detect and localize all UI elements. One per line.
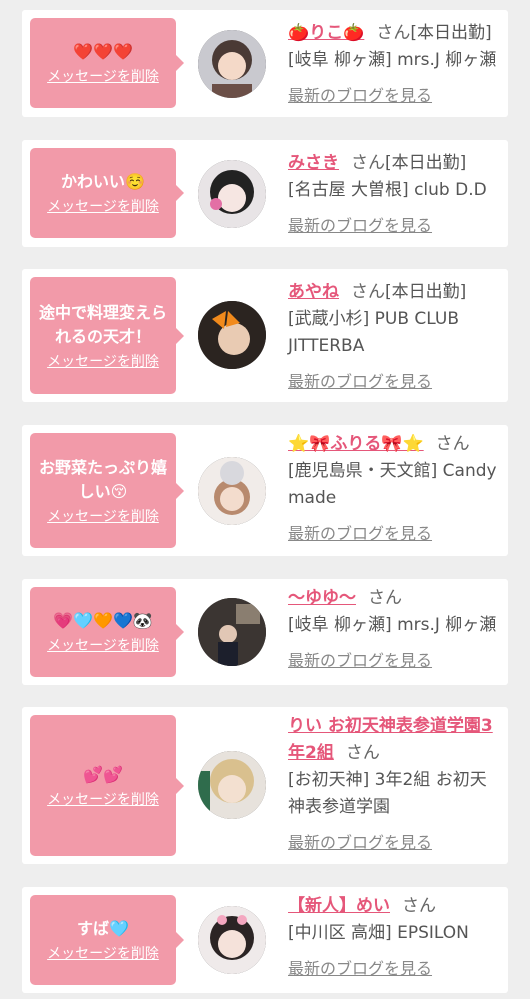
message-card: すば🩵 メッセージを削除 【新人】めい さん [中川区 高畑] EPSILON 最… — [22, 887, 508, 993]
message-card: ❤️❤️❤️ メッセージを削除 🍅りこ🍅 さん[本日出勤] [岐阜 柳ヶ瀬] mr… — [22, 10, 508, 117]
cast-info: みさき さん[本日出勤] [名古屋 大曽根] club D.D 最新のブログを見る — [288, 150, 502, 239]
shop-label: [名古屋 大曽根] club D.D — [288, 180, 487, 200]
cast-name-link[interactable]: 【新人】めい — [288, 896, 390, 916]
message-text: 途中で料理変えられるの天才！ — [38, 302, 167, 346]
message-bubble: お野菜たっぷり嬉しい😚 メッセージを削除 — [30, 433, 184, 548]
cast-name-link[interactable]: りい お初天神表参道学園3年2組 — [288, 716, 493, 763]
cast-info: 【新人】めい さん [中川区 高畑] EPSILON 最新のブログを見る — [288, 893, 502, 982]
message-bubble: ❤️❤️❤️ メッセージを削除 — [30, 18, 184, 108]
blog-link[interactable]: 最新のブログを見る — [288, 212, 502, 239]
honorific: さん — [351, 153, 385, 173]
avatar[interactable] — [198, 598, 266, 666]
blog-link[interactable]: 最新のブログを見る — [288, 520, 502, 547]
status-label: [本日出勤] — [410, 23, 492, 43]
message-text: お野菜たっぷり嬉しい😚 — [38, 457, 167, 501]
blog-link[interactable]: 最新のブログを見る — [288, 829, 502, 856]
avatar[interactable] — [198, 457, 266, 525]
avatar-image — [198, 160, 266, 228]
message-text: 💕💕 — [83, 764, 123, 784]
shop-label: [お初天神] 3年2組 お初天神表参道学園 — [288, 770, 487, 817]
delete-message-link[interactable]: メッセージを削除 — [47, 945, 159, 963]
cast-name-link[interactable]: あやね — [288, 282, 339, 302]
blog-link[interactable]: 最新のブログを見る — [288, 368, 502, 395]
avatar-image — [198, 906, 266, 974]
delete-message-link[interactable]: メッセージを削除 — [47, 637, 159, 655]
delete-message-link[interactable]: メッセージを削除 — [47, 353, 159, 371]
cast-info: 〜ゆゆ〜 さん [岐阜 柳ヶ瀬] mrs.J 柳ヶ瀬 最新のブログを見る — [288, 585, 502, 674]
message-list: ❤️❤️❤️ メッセージを削除 🍅りこ🍅 さん[本日出勤] [岐阜 柳ヶ瀬] mr… — [0, 0, 530, 999]
blog-link[interactable]: 最新のブログを見る — [288, 82, 502, 109]
delete-message-link[interactable]: メッセージを削除 — [47, 791, 159, 809]
honorific: さん — [402, 896, 436, 916]
avatar[interactable] — [198, 751, 266, 819]
avatar-image — [198, 30, 266, 98]
cast-name-link[interactable]: 🍅りこ🍅 — [288, 23, 364, 43]
message-bubble: 💕💕 メッセージを削除 — [30, 715, 184, 856]
message-card: お野菜たっぷり嬉しい😚 メッセージを削除 ⭐🎀ふりる🎀⭐ さん [鹿児島県・天文館… — [22, 425, 508, 556]
blog-link[interactable]: 最新のブログを見る — [288, 955, 502, 982]
message-bubble: すば🩵 メッセージを削除 — [30, 895, 184, 985]
cast-info: 🍅りこ🍅 さん[本日出勤] [岐阜 柳ヶ瀬] mrs.J 柳ヶ瀬 最新のブログを見… — [288, 20, 502, 109]
delete-message-link[interactable]: メッセージを削除 — [47, 198, 159, 216]
honorific: さん — [345, 743, 380, 763]
cast-info: ⭐🎀ふりる🎀⭐ さん [鹿児島県・天文館] Candy made 最新のブログを見… — [288, 431, 502, 547]
shop-label: [鹿児島県・天文館] Candy made — [288, 461, 497, 508]
honorific: さん — [435, 434, 470, 454]
delete-message-link[interactable]: メッセージを削除 — [47, 508, 159, 526]
avatar[interactable] — [198, 906, 266, 974]
avatar-image — [198, 598, 266, 666]
blog-link[interactable]: 最新のブログを見る — [288, 647, 502, 674]
avatar-image — [198, 301, 266, 369]
status-label: [本日出勤] — [385, 153, 467, 173]
avatar-image — [198, 751, 266, 819]
cast-info: あやね さん[本日出勤] [武蔵小杉] PUB CLUB JITTERBA 最新の… — [288, 279, 502, 395]
cast-name-link[interactable]: ⭐🎀ふりる🎀⭐ — [288, 434, 424, 454]
honorific: さん — [368, 588, 402, 608]
message-text: すば🩵 — [77, 919, 129, 938]
message-bubble: 💗🩵🧡💙🐼 メッセージを削除 — [30, 587, 184, 677]
shop-label: [岐阜 柳ヶ瀬] mrs.J 柳ヶ瀬 — [288, 615, 497, 635]
message-bubble: 途中で料理変えられるの天才！ メッセージを削除 — [30, 277, 184, 394]
message-text: ❤️❤️❤️ — [73, 42, 133, 61]
status-label: [本日出勤] — [385, 282, 467, 302]
avatar-image — [198, 457, 266, 525]
shop-label: [岐阜 柳ヶ瀬] mrs.J 柳ヶ瀬 — [288, 50, 497, 70]
honorific: さん — [351, 282, 385, 302]
delete-message-link[interactable]: メッセージを削除 — [47, 68, 159, 86]
message-text: かわいい☺️ — [61, 172, 145, 191]
message-bubble: かわいい☺️ メッセージを削除 — [30, 148, 184, 238]
message-card: かわいい☺️ メッセージを削除 みさき さん[本日出勤] [名古屋 大曽根] cl… — [22, 140, 508, 247]
shop-label: [武蔵小杉] PUB CLUB JITTERBA — [288, 309, 460, 356]
message-card: 💕💕 メッセージを削除 りい お初天神表参道学園3年2組 さん [お初天神] 3年… — [22, 707, 508, 864]
avatar[interactable] — [198, 301, 266, 369]
cast-info: りい お初天神表参道学園3年2組 さん [お初天神] 3年2組 お初天神表参道学園… — [288, 713, 502, 856]
message-card: 💗🩵🧡💙🐼 メッセージを削除 〜ゆゆ〜 さん [岐阜 柳ヶ瀬] mrs.J 柳ヶ瀬… — [22, 579, 508, 685]
avatar[interactable] — [198, 30, 266, 98]
message-text: 💗🩵🧡💙🐼 — [53, 611, 153, 630]
message-card: 途中で料理変えられるの天才！ メッセージを削除 あやね さん[本日出勤] [武蔵小… — [22, 269, 508, 402]
avatar[interactable] — [198, 160, 266, 228]
cast-name-link[interactable]: みさき — [288, 153, 339, 173]
shop-label: [中川区 高畑] EPSILON — [288, 923, 469, 943]
cast-name-link[interactable]: 〜ゆゆ〜 — [288, 588, 356, 608]
honorific: さん — [376, 23, 411, 43]
